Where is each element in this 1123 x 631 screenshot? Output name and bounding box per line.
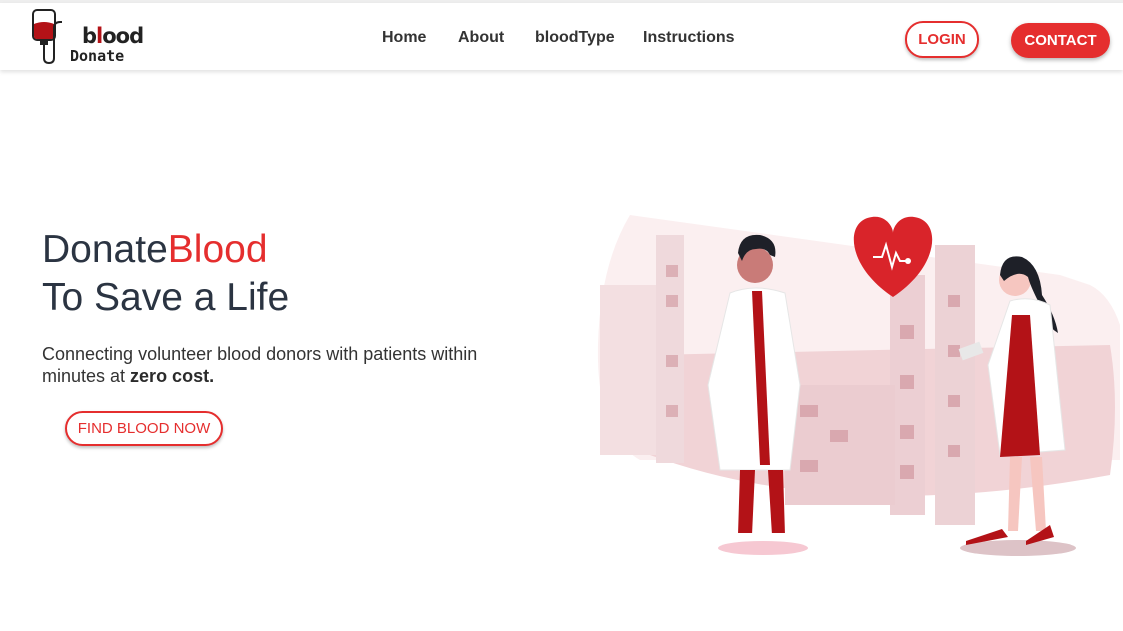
logo-subtext: Donate (70, 47, 125, 65)
login-button[interactable]: LOGIN (905, 21, 979, 58)
nav-bloodtype[interactable]: bloodType (535, 29, 615, 47)
hero-subtitle-text: Connecting volunteer blood donors with p… (42, 344, 478, 386)
nav-instructions[interactable]: Instructions (643, 29, 735, 47)
hero-title-part1: Donate (42, 228, 168, 271)
logo-wordmark: blood (82, 24, 144, 48)
nav-about[interactable]: About (458, 29, 504, 47)
find-blood-button[interactable]: FIND BLOOD NOW (65, 411, 223, 446)
hero-title-accent: Blood (167, 228, 268, 271)
navbar: blood Donate Home About bloodType Instru… (0, 3, 1123, 70)
doctors-illustration (597, 215, 1120, 556)
contact-button[interactable]: CONTACT (1011, 23, 1110, 58)
logo[interactable]: blood Donate (30, 8, 145, 66)
hero-subtitle-bold: zero cost. (130, 366, 215, 386)
hero-title: DonateBlood To Save a Life (42, 226, 289, 322)
hero-title-line2: To Save a Life (42, 276, 290, 319)
nav-home[interactable]: Home (382, 29, 426, 47)
hero-subtitle: Connecting volunteer blood donors with p… (42, 343, 512, 387)
